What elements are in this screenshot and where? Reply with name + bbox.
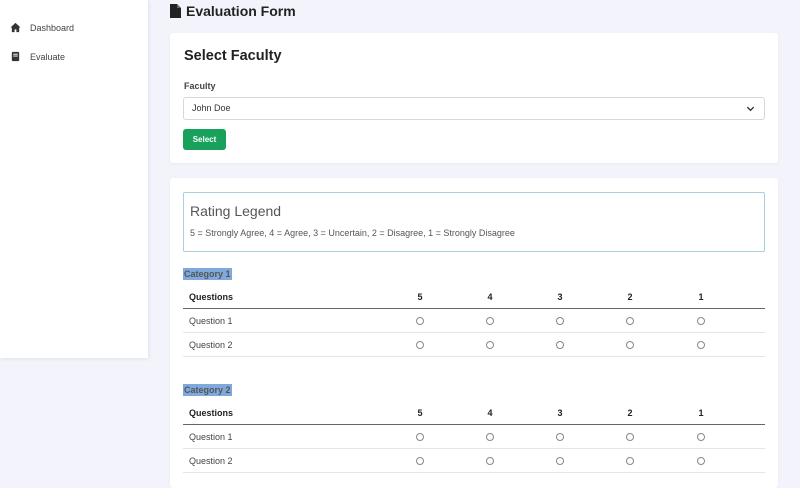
header-rating-1: 1 xyxy=(698,408,704,418)
header-rating-1: 1 xyxy=(698,292,704,302)
rating-radio-4[interactable] xyxy=(486,433,494,441)
table-row: Question 1 xyxy=(183,425,765,449)
rating-radio-2[interactable] xyxy=(626,317,634,325)
rating-radio-5[interactable] xyxy=(416,433,424,441)
question-label: Question 2 xyxy=(189,456,233,466)
category-title: Category 1 xyxy=(183,268,232,280)
rating-radio-5[interactable] xyxy=(416,457,424,465)
header-rating-4: 4 xyxy=(487,408,493,418)
table-row: Question 2 xyxy=(183,333,765,357)
rating-legend: Rating Legend 5 = Strongly Agree, 4 = Ag… xyxy=(183,192,765,252)
sidebar-item-label: Dashboard xyxy=(30,22,75,33)
question-label: Question 1 xyxy=(189,316,233,326)
legend-title: Rating Legend xyxy=(190,203,282,219)
table-header-row: Questions 5 4 3 2 1 xyxy=(183,401,765,425)
category-title: Category 2 xyxy=(183,384,232,396)
sidebar: Dashboard Evaluate xyxy=(0,0,148,358)
legend-text: 5 = Strongly Agree, 4 = Agree, 3 = Uncer… xyxy=(190,228,515,238)
header-rating-3: 3 xyxy=(557,292,563,302)
header-rating-2: 2 xyxy=(627,292,633,302)
rating-radio-1[interactable] xyxy=(697,457,705,465)
header-rating-4: 4 xyxy=(487,292,493,302)
header-rating-3: 3 xyxy=(557,408,563,418)
evaluation-card: Rating Legend 5 = Strongly Agree, 4 = Ag… xyxy=(170,178,778,488)
rating-radio-4[interactable] xyxy=(486,457,494,465)
rating-radio-1[interactable] xyxy=(697,433,705,441)
rating-radio-1[interactable] xyxy=(697,341,705,349)
rating-radio-3[interactable] xyxy=(556,457,564,465)
header-questions: Questions xyxy=(189,292,234,302)
select-faculty-card: Select Faculty Faculty John Doe Select xyxy=(170,33,778,163)
rating-radio-4[interactable] xyxy=(486,317,494,325)
header-rating-5: 5 xyxy=(417,292,423,302)
rating-radio-3[interactable] xyxy=(556,341,564,349)
rating-radio-1[interactable] xyxy=(697,317,705,325)
page-title-text: Evaluation Form xyxy=(186,3,296,19)
rating-radio-3[interactable] xyxy=(556,317,564,325)
header-rating-5: 5 xyxy=(417,408,423,418)
card-title: Select Faculty xyxy=(184,48,282,64)
rating-radio-2[interactable] xyxy=(626,433,634,441)
chevron-down-icon xyxy=(746,106,755,112)
select-button[interactable]: Select xyxy=(183,129,226,150)
rating-radio-2[interactable] xyxy=(626,341,634,349)
question-table: Questions 5 4 3 2 1 Question 1 Question … xyxy=(183,285,765,357)
table-row: Question 1 xyxy=(183,309,765,333)
sidebar-item-label: Evaluate xyxy=(30,51,66,62)
faculty-select-value: John Doe xyxy=(192,103,231,113)
faculty-label: Faculty xyxy=(184,81,216,91)
rating-radio-3[interactable] xyxy=(556,433,564,441)
question-label: Question 1 xyxy=(189,432,233,442)
page-title: Evaluation Form xyxy=(170,3,296,19)
question-label: Question 2 xyxy=(189,340,233,350)
header-questions: Questions xyxy=(189,408,234,418)
table-header-row: Questions 5 4 3 2 1 xyxy=(183,285,765,309)
sidebar-item-evaluate[interactable]: Evaluate xyxy=(10,51,65,62)
rating-radio-4[interactable] xyxy=(486,341,494,349)
rating-radio-5[interactable] xyxy=(416,341,424,349)
faculty-select[interactable]: John Doe xyxy=(183,97,765,120)
sidebar-item-dashboard[interactable]: Dashboard xyxy=(10,22,74,33)
question-table: Questions 5 4 3 2 1 Question 1 Question … xyxy=(183,401,765,473)
header-rating-2: 2 xyxy=(627,408,633,418)
table-row: Question 2 xyxy=(183,449,765,473)
home-icon xyxy=(10,22,21,33)
rating-radio-5[interactable] xyxy=(416,317,424,325)
file-icon xyxy=(170,3,182,19)
book-icon xyxy=(10,51,21,62)
rating-radio-2[interactable] xyxy=(626,457,634,465)
